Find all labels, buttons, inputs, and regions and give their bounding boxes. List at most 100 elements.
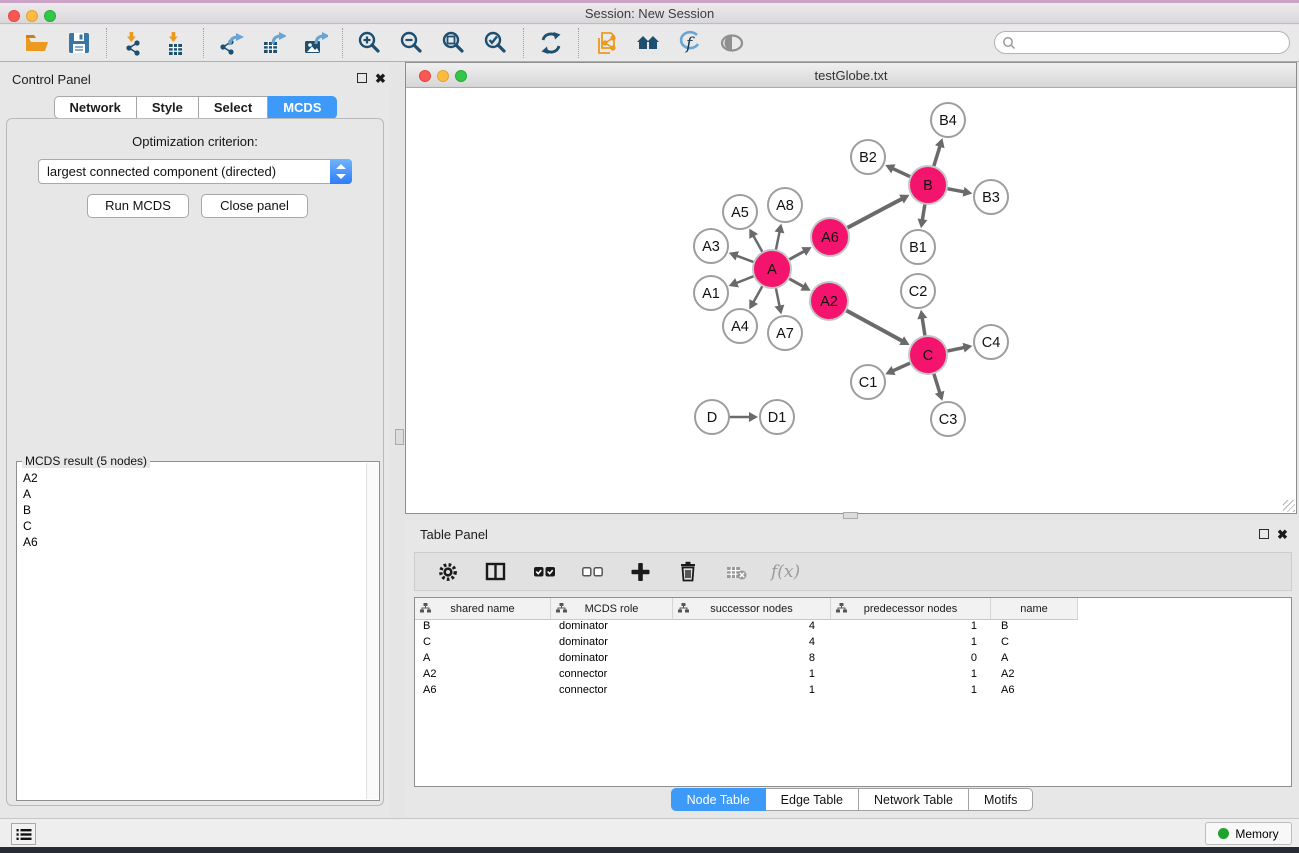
table-cell[interactable]: A [991,652,1078,668]
table-cell[interactable]: 4 [673,620,831,636]
column-header-MCDS-role[interactable]: MCDS role [551,598,673,620]
float-panel-icon[interactable] [357,73,367,83]
zoom-in-button[interactable] [356,29,384,57]
table-close-icon[interactable]: ✖ [1277,528,1288,541]
edge-A-A1[interactable] [736,276,754,283]
edge-A-A2[interactable] [789,278,804,287]
search-input[interactable] [1016,34,1289,52]
table-cell[interactable]: B [415,620,551,636]
titlebar[interactable]: Session: New Session [0,3,1299,24]
table-cell[interactable]: A6 [415,684,551,700]
apply-style-button[interactable]: f [676,29,704,57]
memory-button[interactable]: Memory [1205,822,1292,845]
edge-A6-B[interactable] [847,199,903,229]
import-network-button[interactable] [120,29,148,57]
tab-mcds[interactable]: MCDS [268,96,337,119]
delete-table-button[interactable] [723,559,749,585]
tab-node-table[interactable]: Node Table [671,788,766,811]
column-header-predecessor-nodes[interactable]: predecessor nodes [831,598,991,620]
edge-A-A4[interactable] [753,286,762,303]
table-cell[interactable]: dominator [551,620,673,636]
table-cell[interactable]: 1 [831,668,991,684]
add-button[interactable] [627,559,653,585]
search-box[interactable] [994,31,1290,54]
result-item[interactable]: B [23,502,365,518]
table-cell[interactable]: C [415,636,551,652]
edge-A2-C[interactable] [846,310,903,341]
table-cell[interactable]: A2 [415,668,551,684]
run-mcds-button[interactable]: Run MCDS [87,194,189,218]
duplicate-network-button[interactable] [592,29,620,57]
network-window-titlebar[interactable]: testGlobe.txt [406,63,1296,88]
network-graph[interactable]: B4B2BB3A5A8A6A3B1AA1C2A2A4A7C4CC1C3DD1 [406,88,1296,513]
tab-motifs[interactable]: Motifs [969,788,1033,811]
tab-select[interactable]: Select [199,96,268,119]
uncheck-all-button[interactable] [579,559,605,585]
result-scrollbar[interactable] [366,463,379,799]
column-header-shared-name[interactable]: shared name [415,598,551,620]
table-cell[interactable]: 1 [673,668,831,684]
edge-B-B4[interactable] [934,146,940,167]
criterion-dropdown[interactable]: largest connected component (directed) [38,159,352,184]
edge-B-B3[interactable] [947,189,965,192]
tab-network[interactable]: Network [54,96,137,119]
edge-B-B2[interactable] [892,168,910,177]
column-header-name[interactable]: name [991,598,1078,620]
edge-A-A7[interactable] [776,288,780,307]
horizontal-splitter-handle[interactable] [843,512,858,519]
table-cell[interactable]: 1 [673,684,831,700]
close-panel-button[interactable]: Close panel [201,194,308,218]
table-row[interactable]: Bdominator41B [415,620,1291,636]
table-float-icon[interactable] [1259,529,1269,539]
mcds-result-list[interactable]: A2ABCA6 [17,466,365,800]
zoom-out-button[interactable] [398,29,426,57]
table-cell[interactable]: 1 [831,636,991,652]
table-row[interactable]: A6connector11A6 [415,684,1291,700]
table-cell[interactable]: dominator [551,652,673,668]
tab-edge-table[interactable]: Edge Table [766,788,859,811]
table-cell[interactable]: 1 [831,684,991,700]
table-cell[interactable]: 0 [831,652,991,668]
neighborhood-button[interactable] [634,29,662,57]
table-cell[interactable]: 8 [673,652,831,668]
export-table-button[interactable] [259,29,287,57]
edge-C-C3[interactable] [934,373,940,393]
edge-A-A8[interactable] [776,231,780,250]
edge-A-A5[interactable] [753,236,762,253]
zoom-fit-button[interactable] [440,29,468,57]
tab-style[interactable]: Style [137,96,199,119]
tab-network-table[interactable]: Network Table [859,788,969,811]
table-row[interactable]: A2connector11A2 [415,668,1291,684]
table-row[interactable]: Cdominator41C [415,636,1291,652]
export-image-button[interactable] [301,29,329,57]
result-item[interactable]: A2 [23,470,365,486]
check-all-button[interactable] [531,559,557,585]
refresh-button[interactable] [537,29,565,57]
column-header-successor-nodes[interactable]: successor nodes [673,598,831,620]
table-cell[interactable]: connector [551,684,673,700]
table-cell[interactable]: C [991,636,1078,652]
close-panel-icon[interactable]: ✖ [375,72,386,85]
table-cell[interactable]: 4 [673,636,831,652]
table-row[interactable]: Adominator80A [415,652,1291,668]
table-cell[interactable]: A2 [991,668,1078,684]
edge-C-C2[interactable] [922,318,925,337]
edge-C-C4[interactable] [947,347,965,351]
import-table-button[interactable] [162,29,190,57]
delete-button[interactable] [675,559,701,585]
settings-button[interactable] [435,559,461,585]
task-history-button[interactable] [11,823,36,845]
save-session-button[interactable] [65,29,93,57]
table-cell[interactable]: A6 [991,684,1078,700]
open-session-button[interactable] [23,29,51,57]
vertical-splitter-handle[interactable] [395,429,404,445]
result-item[interactable]: C [23,518,365,534]
result-item[interactable]: A6 [23,534,365,550]
table-cell[interactable]: B [991,620,1078,636]
export-network-button[interactable] [217,29,245,57]
zoom-selected-button[interactable] [482,29,510,57]
table-cell[interactable]: connector [551,668,673,684]
edge-B-B1[interactable] [922,204,925,221]
function-builder-button[interactable]: f(x) [771,562,800,582]
edge-A-A6[interactable] [789,251,805,260]
